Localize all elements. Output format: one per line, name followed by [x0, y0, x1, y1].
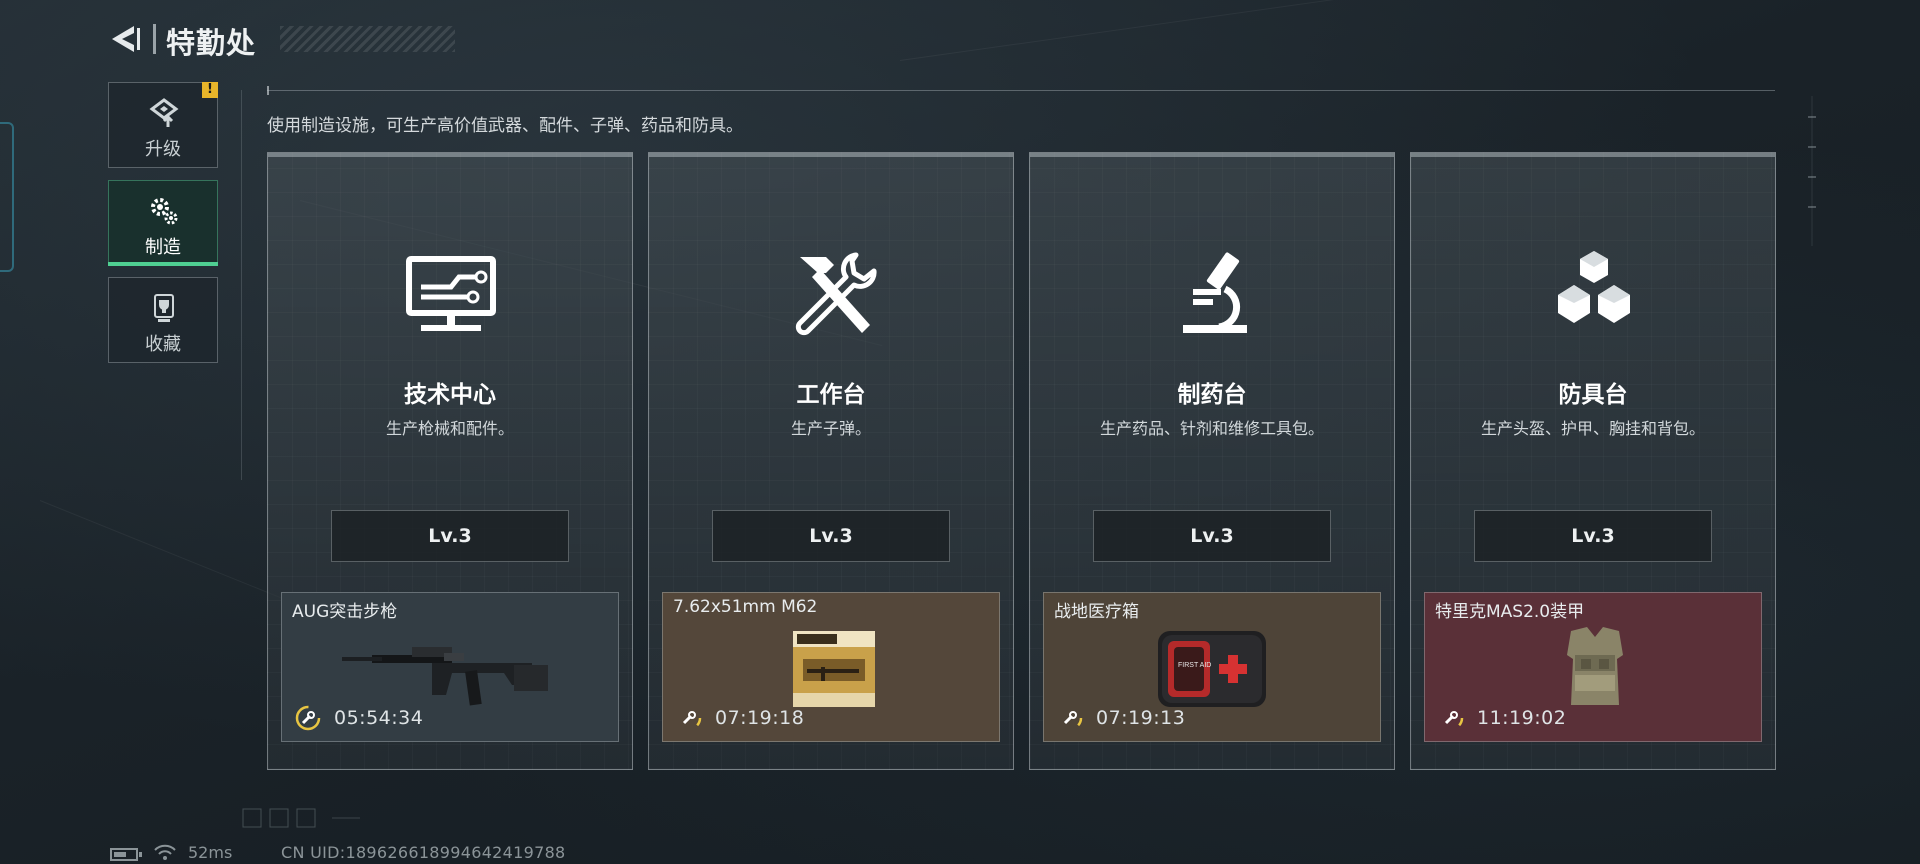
wrench-timer-icon	[1438, 705, 1464, 731]
production-item-name: 战地医疗箱	[1054, 602, 1139, 622]
production-slot[interactable]: AUG突击步枪 05:54:34	[281, 592, 619, 742]
microscope-icon	[1183, 252, 1247, 333]
page-description: 使用制造设施，可生产高价值武器、配件、子弹、药品和防具。	[267, 116, 743, 136]
level-button[interactable]: Lv.3	[712, 510, 950, 562]
production-item-name: AUG突击步枪	[292, 602, 398, 622]
card-title: 技术中心	[404, 382, 496, 408]
wrench-timer-icon	[676, 705, 702, 731]
wrench-timer-icon	[295, 705, 321, 731]
screen: 特勤处 升级 ! 制造 收藏 使用制造设施，可生产高价值武器、配件、子弹、药品和…	[0, 0, 1920, 864]
level-button[interactable]: Lv.3	[331, 510, 569, 562]
user-id: CN UID:18962661899464​2419788	[281, 843, 566, 862]
production-slot[interactable]: 7.62x51mm M62 07:19:18	[662, 592, 1000, 742]
card-description: 生产药品、针剂和维修工具包。	[1099, 419, 1324, 438]
tab-craft-label: 制造	[145, 237, 181, 258]
kit-label: FIRST AID	[1178, 662, 1211, 669]
card-description: 生产头盔、护甲、胸挂和背包。	[1480, 419, 1705, 438]
divider	[267, 90, 1775, 91]
tab-upgrade-label: 升级	[145, 139, 181, 160]
card-description: 生产子弹。	[790, 419, 871, 438]
production-timer: 11:19:02	[1477, 707, 1567, 729]
facility-card-armor[interactable]: 防具台 生产头盔、护甲、胸挂和背包。 Lv.3 特里克MAS2.0装甲 11:1…	[1410, 152, 1776, 770]
corner-decoration	[242, 808, 360, 828]
card-description: 生产枪械和配件。	[385, 419, 514, 438]
hammer-wrench-icon	[795, 252, 877, 336]
trophy-icon	[154, 294, 174, 322]
production-item-name: 特里克MAS2.0装甲	[1435, 602, 1585, 622]
back-arrow-icon	[112, 26, 140, 52]
alert-badge: !	[202, 82, 218, 98]
body-armor-image	[1567, 627, 1623, 705]
card-title: 工作台	[796, 382, 866, 408]
production-timer: 07:19:13	[1096, 707, 1186, 729]
level-button[interactable]: Lv.3	[1474, 510, 1712, 562]
card-title: 防具台	[1558, 382, 1628, 408]
background-texture	[899, 0, 1594, 61]
ammo-box-image	[793, 631, 875, 707]
card-title: 制药台	[1177, 382, 1247, 408]
title-decoration	[280, 26, 455, 52]
title-divider	[153, 24, 156, 54]
tab-collection-label: 收藏	[145, 334, 181, 355]
divider	[241, 90, 242, 480]
cubes-icon	[1558, 251, 1630, 323]
ping-readout: 52ms	[188, 843, 233, 862]
monitor-circuit-icon	[406, 256, 496, 331]
wifi-icon	[154, 844, 176, 860]
battery-icon	[110, 848, 138, 861]
production-item-name: 7.62x51mm M62	[673, 597, 818, 617]
production-slot[interactable]: 战地医疗箱 FIRST AID 07:19:13	[1043, 592, 1381, 742]
upgrade-icon	[149, 98, 179, 127]
production-timer: 07:19:18	[715, 707, 805, 729]
gears-icon	[151, 198, 178, 225]
tab-collection[interactable]: 收藏	[108, 277, 218, 363]
rifle-image	[342, 647, 548, 706]
level-button[interactable]: Lv.3	[1093, 510, 1331, 562]
production-timer: 05:54:34	[334, 707, 424, 729]
page-title: 特勤处	[166, 26, 257, 60]
production-slot[interactable]: 特里克MAS2.0装甲 11:19:02	[1424, 592, 1762, 742]
first-aid-kit-image: FIRST AID	[1158, 631, 1266, 707]
back-button[interactable]	[108, 22, 146, 56]
facility-card-workbench[interactable]: 工作台 生产子弹。 Lv.3 7.62x51mm M62 07:19:18	[648, 152, 1014, 770]
side-decoration	[1808, 96, 1816, 246]
facility-card-pharmacy[interactable]: 制药台 生产药品、针剂和维修工具包。 Lv.3 战地医疗箱 FIRST AID …	[1029, 152, 1395, 770]
tab-craft[interactable]: 制造	[108, 180, 218, 266]
tab-upgrade[interactable]: 升级 !	[108, 82, 218, 168]
wrench-timer-icon	[1057, 705, 1083, 731]
edge-indicator	[0, 122, 14, 272]
facility-card-tech-center[interactable]: 技术中心 生产枪械和配件。 Lv.3 AUG突击步枪 05:54:34	[267, 152, 633, 770]
battery-tip	[139, 852, 142, 857]
